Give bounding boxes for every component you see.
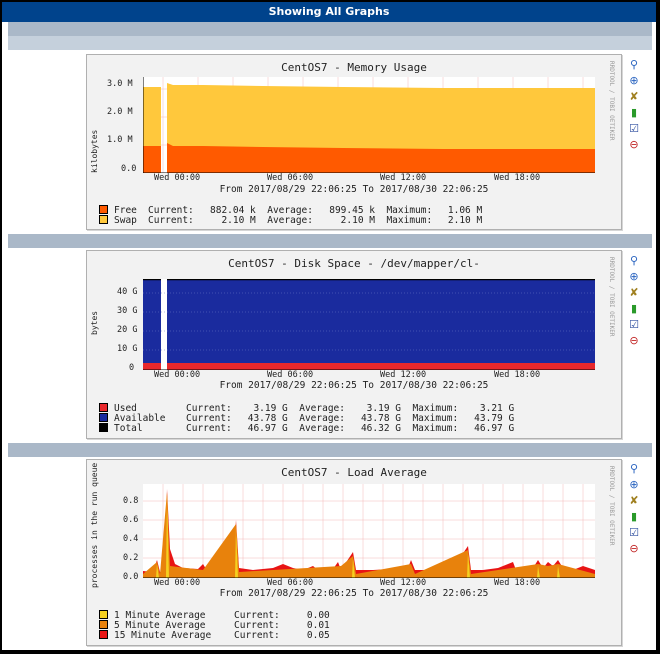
delete-icon[interactable]: ⊖ [627, 334, 641, 348]
y-axis-label: kilobytes [90, 129, 99, 173]
zoom-icon[interactable]: ⚲ [627, 58, 641, 72]
graph-actions-disk: ⚲ ⊕ ✘ ▮ ☑ ⊖ [627, 254, 643, 350]
graph-title: CentOS7 - Disk Space - /dev/mapper/cl- [228, 257, 480, 270]
delete-icon[interactable]: ⊖ [627, 542, 641, 556]
legend-swatch [99, 403, 108, 412]
y-tick: 0.4 [123, 534, 139, 544]
zoom-icon[interactable]: ⚲ [627, 254, 641, 268]
legend-row: Swap Current: 2.10 M Average: 2.10 M Maximu… [99, 215, 482, 226]
y-tick: 0.2 [123, 553, 139, 563]
drilldown-icon[interactable]: ⊕ [627, 74, 641, 88]
bar-graph-icon[interactable]: ▮ [627, 510, 641, 524]
legend-swatch [99, 205, 108, 214]
y-tick: 0 [129, 363, 135, 373]
y-tick: 0.8 [123, 496, 139, 506]
x-tick: Wed 12:00 [380, 370, 427, 380]
graph-title: CentOS7 - Load Average [281, 466, 427, 479]
disk-space-plot [143, 279, 595, 370]
graph-view-frame: Showing All Graphs CentOS7 - Memory Usag… [2, 2, 656, 650]
x-tick: Wed 06:00 [267, 370, 314, 380]
y-tick: 0.6 [123, 515, 139, 525]
x-tick: Wed 00:00 [154, 173, 201, 183]
x-tick: Wed 12:00 [380, 173, 427, 183]
zoom-icon[interactable]: ⚲ [627, 462, 641, 476]
properties-icon[interactable]: ☑ [627, 318, 641, 332]
edit-wrench-icon[interactable]: ✘ [627, 90, 641, 104]
y-tick: 3.0 M [107, 79, 133, 89]
memory-plot [143, 77, 595, 173]
y-tick: 0.0 [123, 572, 139, 582]
delete-icon[interactable]: ⊖ [627, 138, 641, 152]
y-tick: 1.0 M [107, 135, 133, 145]
x-tick: Wed 18:00 [494, 173, 541, 183]
y-tick: 2.0 M [107, 107, 133, 117]
legend-swatch [99, 610, 108, 619]
x-tick: Wed 06:00 [267, 173, 314, 183]
bar-graph-icon[interactable]: ▮ [627, 106, 641, 120]
properties-icon[interactable]: ☑ [627, 122, 641, 136]
drilldown-icon[interactable]: ⊕ [627, 478, 641, 492]
graph-title: CentOS7 - Memory Usage [281, 61, 427, 74]
x-tick: Wed 00:00 [154, 370, 201, 380]
rrdtool-watermark: RRDTOOL / TOBI OETIKER [608, 61, 615, 141]
y-tick: 0.0 [121, 164, 137, 174]
load-average-plot [143, 484, 595, 578]
legend-swatch [99, 423, 108, 432]
x-tick: Wed 06:00 [267, 578, 314, 588]
x-tick: Wed 12:00 [380, 578, 427, 588]
time-range: From 2017/08/29 22:06:25 To 2017/08/30 2… [219, 380, 489, 391]
y-tick: 40 G [117, 287, 138, 297]
separator-band [8, 234, 652, 248]
x-tick: Wed 18:00 [494, 578, 541, 588]
header-band [8, 22, 652, 36]
rrdtool-watermark: RRDTOOL / TOBI OETIKER [608, 257, 615, 337]
graph-actions-memory: ⚲ ⊕ ✘ ▮ ☑ ⊖ [627, 58, 643, 154]
x-tick: Wed 18:00 [494, 370, 541, 380]
time-range: From 2017/08/29 22:06:25 To 2017/08/30 2… [219, 184, 489, 195]
memory-usage-graph[interactable]: CentOS7 - Memory Usage kilobytes 3.0 M 2… [86, 54, 622, 230]
y-tick: 20 G [117, 325, 138, 335]
bar-graph-icon[interactable]: ▮ [627, 302, 641, 316]
edit-wrench-icon[interactable]: ✘ [627, 286, 641, 300]
rrdtool-watermark: RRDTOOL / TOBI OETIKER [608, 466, 615, 546]
graph-actions-load: ⚲ ⊕ ✘ ▮ ☑ ⊖ [627, 462, 643, 558]
legend-swatch [99, 630, 108, 639]
header-band-light [8, 36, 652, 50]
drilldown-icon[interactable]: ⊕ [627, 270, 641, 284]
legend-swatch [99, 215, 108, 224]
y-axis-label: processes in the run queue [90, 462, 99, 588]
time-range: From 2017/08/29 22:06:25 To 2017/08/30 2… [219, 588, 489, 599]
separator-band [8, 443, 652, 457]
load-average-graph[interactable]: CentOS7 - Load Average processes in the … [86, 459, 622, 646]
y-axis-label: bytes [90, 310, 99, 335]
disk-space-graph[interactable]: CentOS7 - Disk Space - /dev/mapper/cl- b… [86, 250, 622, 439]
legend-swatch [99, 620, 108, 629]
edit-wrench-icon[interactable]: ✘ [627, 494, 641, 508]
y-tick: 10 G [117, 344, 138, 354]
y-tick: 30 G [117, 306, 138, 316]
legend-row: Total Current: 46.97 G Average: 46.32 G Max… [99, 423, 514, 434]
page-title: Showing All Graphs [2, 2, 656, 22]
legend-swatch [99, 413, 108, 422]
properties-icon[interactable]: ☑ [627, 526, 641, 540]
legend-row: 15 Minute Average Current: 0.05 [99, 630, 330, 641]
x-tick: Wed 00:00 [154, 578, 201, 588]
